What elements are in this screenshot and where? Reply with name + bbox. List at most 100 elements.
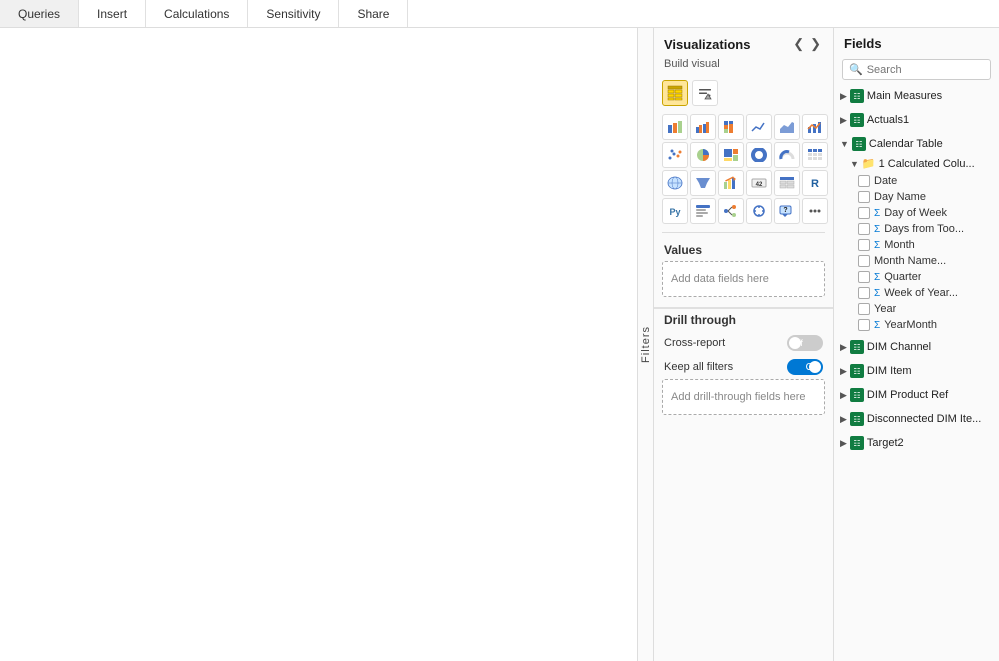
group-label-dim-item: DIM Item — [867, 365, 912, 377]
tab-queries[interactable]: Queries — [0, 0, 79, 27]
viz-donut[interactable] — [746, 142, 772, 168]
viz-stacked-bar[interactable] — [662, 114, 688, 140]
viz-map[interactable] — [662, 170, 688, 196]
cross-report-toggle[interactable]: Off — [787, 335, 823, 351]
fields-search-box[interactable]: 🔍 — [842, 59, 991, 80]
drill-through-label: Drill through — [654, 307, 833, 331]
viz-line[interactable] — [746, 114, 772, 140]
group-label-main-measures: Main Measures — [867, 90, 942, 102]
checkbox-month-name[interactable] — [858, 255, 870, 267]
field-item-day-of-week[interactable]: Σ Day of Week — [834, 205, 999, 221]
field-item-days-from[interactable]: Σ Days from Too... — [834, 221, 999, 237]
checkbox-month[interactable] — [858, 239, 870, 251]
viz-line-bar[interactable] — [802, 114, 828, 140]
viz-funnel[interactable] — [690, 170, 716, 196]
field-item-yearmonth[interactable]: Σ YearMonth — [834, 317, 999, 333]
field-item-month-name[interactable]: Month Name... — [834, 253, 999, 269]
group-label-disconnected: Disconnected DIM Ite... — [867, 413, 981, 425]
sigma-days-from: Σ — [874, 224, 880, 235]
checkbox-year[interactable] — [858, 303, 870, 315]
viz-panel-header: Visualizations ❮ ❯ — [654, 28, 833, 56]
viz-divider — [662, 232, 825, 233]
chevron-target2: ▶ — [840, 438, 847, 449]
field-name-year: Year — [874, 303, 896, 315]
field-group-header-target2[interactable]: ▶ ☷ Target2 — [834, 433, 999, 453]
viz-expand-button[interactable]: ❯ — [808, 36, 823, 52]
chevron-dim-product-ref: ▶ — [840, 390, 847, 401]
field-group-header-dim-item[interactable]: ▶ ☷ DIM Item — [834, 361, 999, 381]
viz-key-influencers[interactable] — [746, 198, 772, 224]
viz-qa[interactable]: ? — [774, 198, 800, 224]
filters-label: Filters — [640, 326, 652, 363]
tab-share[interactable]: Share — [339, 0, 408, 27]
field-item-month[interactable]: Σ Month — [834, 237, 999, 253]
field-group-header-actuals1[interactable]: ▶ ☷ Actuals1 — [834, 110, 999, 130]
checkbox-date[interactable] — [858, 175, 870, 187]
subgroup-label-calc: 1 Calculated Colu... — [879, 158, 975, 170]
sigma-day-of-week: Σ — [874, 208, 880, 219]
checkbox-yearmonth[interactable] — [858, 319, 870, 331]
filters-panel[interactable]: Filters — [638, 28, 654, 661]
field-group-header-dim-channel[interactable]: ▶ ☷ DIM Channel — [834, 337, 999, 357]
checkbox-quarter[interactable] — [858, 271, 870, 283]
table-icon-dim-product-ref: ☷ — [850, 388, 864, 402]
checkbox-days-from[interactable] — [858, 223, 870, 235]
field-group-main-measures: ▶ ☷ Main Measures — [834, 84, 999, 108]
field-group-header-disconnected[interactable]: ▶ ☷ Disconnected DIM Ite... — [834, 409, 999, 429]
viz-r-visual[interactable]: R — [802, 170, 828, 196]
field-name-month-name: Month Name... — [874, 255, 946, 267]
tab-insert[interactable]: Insert — [79, 0, 146, 27]
table-icon-disconnected: ☷ — [850, 412, 864, 426]
viz-more[interactable] — [802, 198, 828, 224]
field-item-quarter[interactable]: Σ Quarter — [834, 269, 999, 285]
viz-matrix[interactable] — [802, 142, 828, 168]
viz-type-table-selected[interactable] — [662, 80, 688, 106]
viz-gauge[interactable] — [774, 142, 800, 168]
checkbox-week-of-year[interactable] — [858, 287, 870, 299]
tab-sensitivity[interactable]: Sensitivity — [248, 0, 339, 27]
field-item-day-name[interactable]: Day Name — [834, 189, 999, 205]
field-item-year[interactable]: Year — [834, 301, 999, 317]
field-group-header-dim-product-ref[interactable]: ▶ ☷ DIM Product Ref — [834, 385, 999, 405]
cross-report-track[interactable]: Off — [787, 335, 823, 351]
chevron-dim-item: ▶ — [840, 366, 847, 377]
search-input[interactable] — [867, 64, 984, 76]
svg-text:Py: Py — [669, 207, 680, 217]
subgroup-calculated-col[interactable]: ▼ 📁 1 Calculated Colu... — [834, 154, 999, 173]
viz-collapse-button[interactable]: ❮ — [791, 36, 806, 52]
field-item-date[interactable]: Date — [834, 173, 999, 189]
viz-clustered-bar[interactable] — [690, 114, 716, 140]
field-group-header-calendar[interactable]: ▼ ☷ Calendar Table — [834, 134, 999, 154]
field-name-quarter: Quarter — [884, 271, 921, 283]
viz-card[interactable]: 42 — [746, 170, 772, 196]
checkbox-day-of-week[interactable] — [858, 207, 870, 219]
field-group-header-main-measures[interactable]: ▶ ☷ Main Measures — [834, 86, 999, 106]
viz-python[interactable]: Py — [662, 198, 688, 224]
keep-filters-track[interactable]: On — [787, 359, 823, 375]
tab-calculations[interactable]: Calculations — [146, 0, 248, 27]
main-area: Filters Visualizations ❮ ❯ Build visual — [0, 28, 999, 661]
viz-kpi[interactable] — [718, 170, 744, 196]
keep-filters-toggle[interactable]: On — [787, 359, 823, 375]
sigma-yearmonth: Σ — [874, 320, 880, 331]
viz-decomposition-tree[interactable] — [718, 198, 744, 224]
drill-drop-zone[interactable]: Add drill-through fields here — [662, 379, 825, 415]
cross-report-row: Cross-report Off — [654, 331, 833, 355]
viz-area[interactable] — [774, 114, 800, 140]
keep-filters-state: On — [806, 362, 819, 373]
viz-treemap[interactable] — [718, 142, 744, 168]
values-drop-zone[interactable]: Add data fields here — [662, 261, 825, 297]
field-item-week-of-year[interactable]: Σ Week of Year... — [834, 285, 999, 301]
keep-filters-label: Keep all filters — [664, 361, 733, 373]
checkbox-day-name[interactable] — [858, 191, 870, 203]
group-label-target2: Target2 — [867, 437, 904, 449]
viz-pie[interactable] — [690, 142, 716, 168]
viz-table[interactable] — [774, 170, 800, 196]
table-icon-actuals1: ☷ — [850, 113, 864, 127]
group-label-actuals1: Actuals1 — [867, 114, 909, 126]
table-icon-calendar: ☷ — [852, 137, 866, 151]
viz-scatter[interactable] — [662, 142, 688, 168]
viz-format-button[interactable] — [692, 80, 718, 106]
viz-smart-narrative[interactable] — [690, 198, 716, 224]
viz-100-bar[interactable] — [718, 114, 744, 140]
